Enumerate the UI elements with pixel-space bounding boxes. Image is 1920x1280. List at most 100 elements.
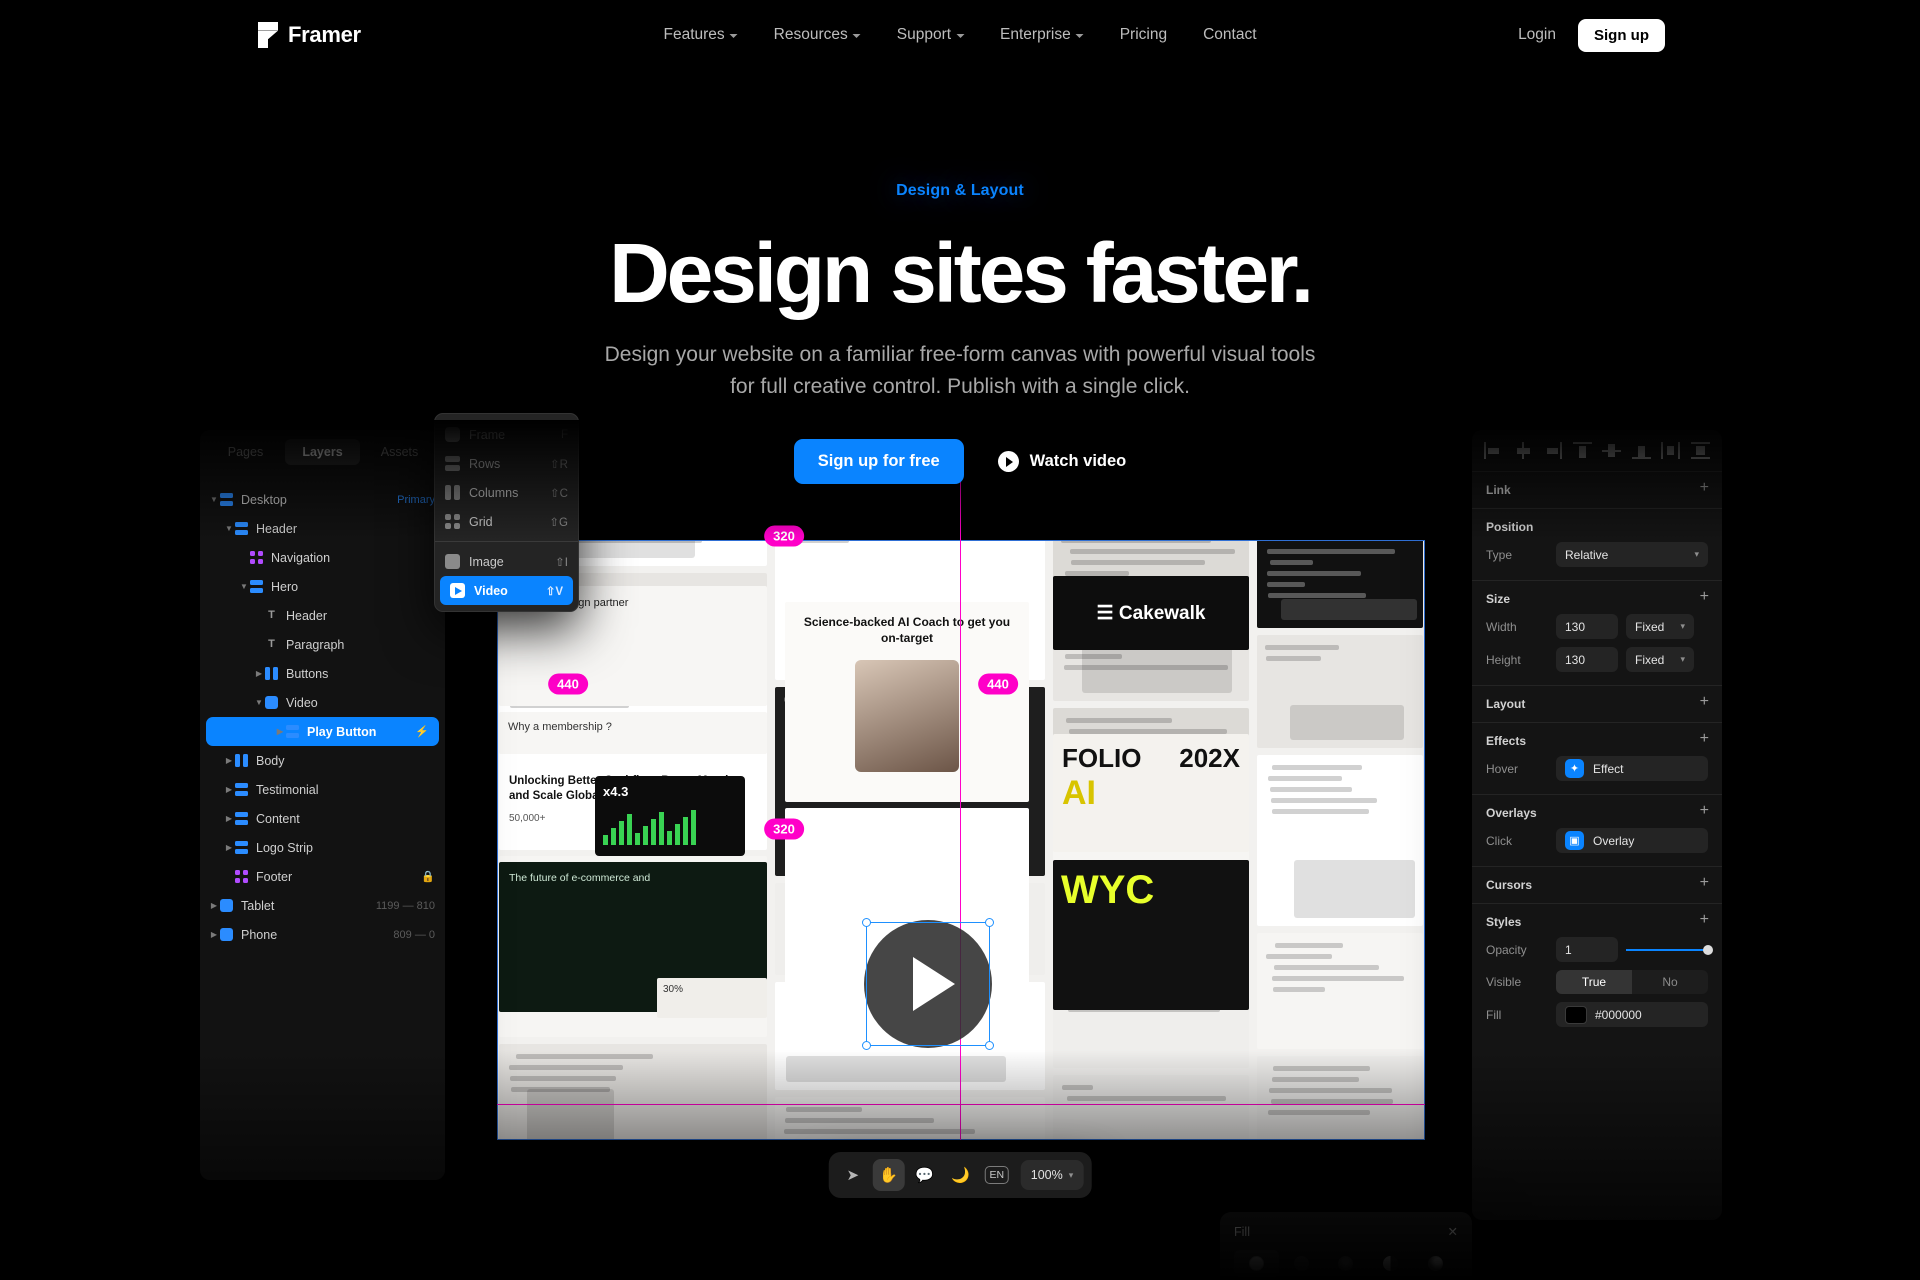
layer-row[interactable]: T Header <box>200 601 445 630</box>
add-overlay-button[interactable]: + <box>1700 803 1709 819</box>
hover-effect-chip[interactable]: ✦ Effect <box>1556 756 1708 781</box>
insert-menu-item[interactable]: Rows ⇧R <box>435 449 578 478</box>
watch-video-button[interactable]: Watch video <box>997 451 1126 473</box>
expand-arrow-icon[interactable]: ▶ <box>223 756 235 765</box>
expand-arrow-icon[interactable]: ▶ <box>274 727 286 736</box>
layer-row[interactable]: ▶ Content <box>200 804 445 833</box>
width-input[interactable]: 130 <box>1556 614 1618 639</box>
collapse-arrow-icon[interactable]: ▼ <box>238 582 250 591</box>
fill-swatch[interactable] <box>1565 1005 1587 1024</box>
add-effect-button[interactable]: + <box>1700 731 1709 747</box>
login-link[interactable]: Login <box>1518 26 1556 44</box>
nav-item-enterprise[interactable]: Enterprise <box>1000 26 1084 44</box>
layer-row[interactable]: ▼ Hero <box>200 572 445 601</box>
comment-tool[interactable]: 💬 <box>909 1159 941 1191</box>
collapse-arrow-icon[interactable]: ▼ <box>253 698 265 707</box>
resize-handle-tr[interactable] <box>985 918 994 927</box>
tab-pages[interactable]: Pages <box>208 439 283 465</box>
align-bottom-icon[interactable] <box>1631 442 1651 459</box>
layer-row[interactable]: ▼ Header <box>200 514 445 543</box>
insert-menu-item[interactable]: Frame F <box>435 420 578 449</box>
fill-type-angular-gradient[interactable] <box>1368 1250 1413 1277</box>
layer-row[interactable]: ▶ Tablet 1199 — 810 <box>200 891 445 920</box>
insert-menu-label: Image <box>469 554 504 569</box>
layer-row[interactable]: ▶ Testimonial <box>200 775 445 804</box>
theme-tool[interactable]: 🌙 <box>945 1159 977 1191</box>
resize-handle-tl[interactable] <box>862 918 871 927</box>
distribute-horizontal-icon[interactable] <box>1661 442 1681 459</box>
insert-menu-item[interactable]: Grid ⇧G <box>435 507 578 536</box>
columns-icon <box>265 667 278 680</box>
fill-type-linear-gradient[interactable] <box>1279 1250 1324 1277</box>
add-layout-button[interactable]: + <box>1700 694 1709 710</box>
fill-input[interactable]: #000000 <box>1556 1002 1708 1027</box>
add-size-button[interactable]: + <box>1700 589 1709 605</box>
opacity-input[interactable]: 1 <box>1556 937 1618 962</box>
hand-tool[interactable]: ✋ <box>872 1159 905 1191</box>
align-left-icon[interactable] <box>1484 442 1503 459</box>
opacity-slider[interactable] <box>1626 944 1713 955</box>
expand-arrow-icon[interactable]: ▶ <box>208 930 220 939</box>
resize-handle-br[interactable] <box>985 1041 994 1050</box>
expand-arrow-icon[interactable]: ▶ <box>223 814 235 823</box>
fill-type-radial-gradient[interactable] <box>1324 1250 1369 1277</box>
layer-row[interactable]: ▶ Buttons <box>200 659 445 688</box>
nav-item-pricing[interactable]: Pricing <box>1120 26 1167 44</box>
layer-row[interactable]: ▼ Desktop Primary <box>200 485 445 514</box>
layer-row[interactable]: ▶ Play Button ⚡ <box>206 717 439 746</box>
layer-row[interactable]: ▶ Logo Strip <box>200 833 445 862</box>
signup-button[interactable]: Sign up <box>1578 18 1665 52</box>
nav-item-resources[interactable]: Resources <box>774 26 861 44</box>
distribute-vertical-icon[interactable] <box>1690 442 1710 459</box>
collapse-arrow-icon[interactable]: ▼ <box>208 495 220 504</box>
collapse-arrow-icon[interactable]: ▼ <box>223 524 235 533</box>
zoom-selector[interactable]: 100% ▾ <box>1020 1160 1084 1190</box>
visible-true-option[interactable]: True <box>1556 970 1632 994</box>
expand-arrow-icon[interactable]: ▶ <box>253 669 265 678</box>
add-link-button[interactable]: + <box>1700 480 1709 496</box>
signup-free-button[interactable]: Sign up for free <box>793 439 964 485</box>
insert-menu-item[interactable]: Image ⇧I <box>435 547 578 576</box>
fill-type-tabs <box>1234 1250 1458 1277</box>
nav-item-contact[interactable]: Contact <box>1203 26 1256 44</box>
expand-arrow-icon[interactable]: ▶ <box>208 901 220 910</box>
framer-logo[interactable]: Framer <box>258 22 361 48</box>
resize-handle-bl[interactable] <box>862 1041 871 1050</box>
align-center-horizontal-icon[interactable] <box>1514 442 1533 459</box>
design-canvas[interactable]: ☰ CakewalkWYCFOLIO202XAIYour next design… <box>497 540 1425 1140</box>
expand-arrow-icon[interactable]: ▶ <box>223 785 235 794</box>
nav-item-features[interactable]: Features <box>663 26 738 44</box>
layer-row[interactable]: ▼ Video <box>200 688 445 717</box>
click-overlay-chip[interactable]: ▣ Overlay <box>1556 828 1708 853</box>
cursor-tool[interactable]: ➤ <box>837 1159 869 1191</box>
height-input[interactable]: 130 <box>1556 647 1618 672</box>
nav-item-support[interactable]: Support <box>897 26 965 44</box>
insert-menu-item[interactable]: Video ⇧V <box>440 576 573 605</box>
click-overlay-value: Overlay <box>1593 833 1635 848</box>
add-cursor-button[interactable]: + <box>1700 875 1709 891</box>
visible-false-option[interactable]: No <box>1632 970 1708 994</box>
layer-row[interactable]: ▶ Phone 809 — 0 <box>200 920 445 949</box>
layer-row[interactable]: T Paragraph <box>200 630 445 659</box>
language-selector[interactable]: EN <box>981 1159 1013 1191</box>
align-center-vertical-icon[interactable] <box>1602 442 1622 459</box>
layer-row[interactable]: Navigation <box>200 543 445 572</box>
layer-row[interactable]: Footer 🔒 <box>200 862 445 891</box>
opacity-label: Opacity <box>1486 942 1527 957</box>
position-type-label: Type <box>1486 547 1513 562</box>
height-mode-select[interactable]: Fixed ▾ <box>1626 647 1694 672</box>
align-right-icon[interactable] <box>1543 442 1563 459</box>
align-top-icon[interactable] <box>1572 442 1592 459</box>
tab-assets[interactable]: Assets <box>362 439 437 465</box>
close-icon[interactable]: ✕ <box>1448 1224 1458 1239</box>
insert-menu-item[interactable]: Columns ⇧C <box>435 478 578 507</box>
tab-layers[interactable]: Layers <box>285 439 360 465</box>
visible-toggle[interactable]: True No <box>1556 970 1708 994</box>
expand-arrow-icon[interactable]: ▶ <box>223 843 235 852</box>
fill-type-solid[interactable] <box>1234 1250 1279 1277</box>
add-style-button[interactable]: + <box>1700 912 1709 928</box>
layer-row[interactable]: ▶ Body <box>200 746 445 775</box>
position-type-select[interactable]: Relative ▾ <box>1556 542 1708 567</box>
fill-type-image[interactable] <box>1413 1250 1458 1277</box>
width-mode-select[interactable]: Fixed ▾ <box>1626 614 1694 639</box>
